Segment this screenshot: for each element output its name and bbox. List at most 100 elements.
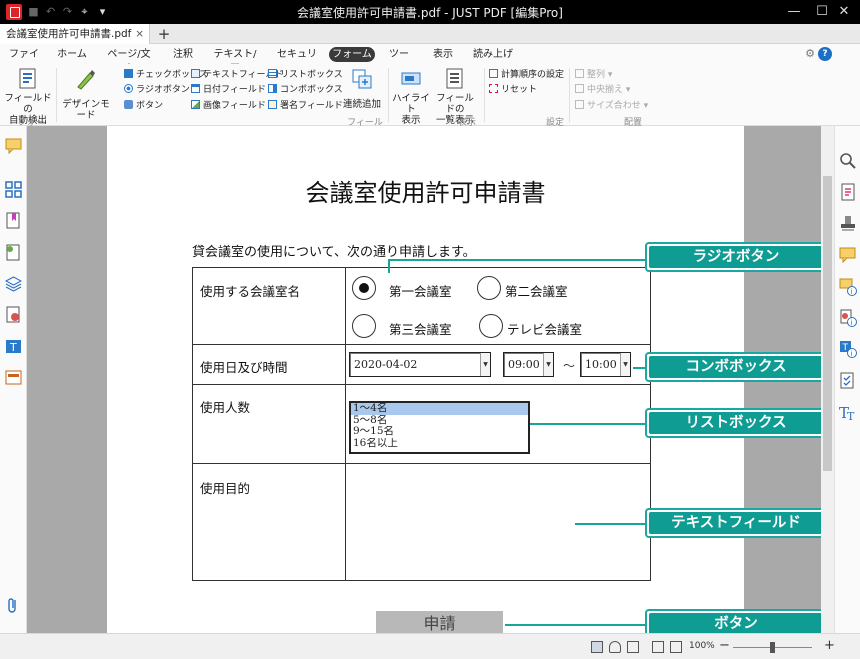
size-match-button[interactable]: サイズ合わせ ▾	[575, 100, 648, 112]
row-label-purpose: 使用目的	[200, 481, 251, 496]
radio-room-4[interactable]	[479, 314, 503, 338]
font-icon[interactable]: TT	[839, 403, 857, 423]
chevron-down-icon[interactable]: ▼	[543, 353, 553, 376]
radio-room-3[interactable]	[352, 314, 376, 338]
checklist-icon[interactable]	[839, 372, 857, 390]
chevron-down-icon[interactable]: ▼	[480, 353, 490, 376]
calendar-icon	[191, 84, 200, 93]
new-tab-button[interactable]: +	[156, 24, 172, 44]
start-time-combo[interactable]: 09:00 ▼	[503, 352, 554, 377]
design-mode-icon	[75, 68, 97, 90]
row-label-people: 使用人数	[200, 400, 251, 415]
fit-page-icon[interactable]	[627, 641, 639, 653]
chevron-down-icon[interactable]: ▼	[620, 353, 630, 376]
fullscreen-icon[interactable]	[670, 641, 682, 653]
add-date-field-button[interactable]: 日付フィールド	[191, 84, 266, 96]
hand-tool-icon[interactable]	[609, 641, 621, 653]
bookmark-icon[interactable]	[5, 212, 22, 229]
add-radio-button[interactable]: ラジオボタン	[124, 84, 190, 96]
layers-icon[interactable]	[4, 275, 23, 292]
submit-button[interactable]: 申請	[376, 611, 503, 633]
align-button[interactable]: 整列 ▾	[575, 69, 612, 81]
date-value: 2020-04-02	[354, 358, 418, 371]
document-edit-icon[interactable]	[839, 183, 857, 201]
vertical-scrollbar[interactable]	[821, 126, 834, 633]
combo-box-icon	[268, 84, 277, 93]
tab-annotation[interactable]: 注釈	[168, 47, 198, 62]
center-align-button[interactable]: 中央揃え ▾	[575, 84, 630, 96]
fit-width-icon[interactable]	[652, 641, 664, 653]
stamp-icon[interactable]	[839, 215, 857, 233]
add-button-button[interactable]: ボタン	[124, 100, 163, 112]
document-tab[interactable]: 会議室使用許可申請書.pdf ×	[0, 24, 150, 44]
radio-label: ラジオボタン	[136, 85, 190, 95]
close-button[interactable]: ✕	[822, 0, 860, 24]
radio-room-1[interactable]	[352, 276, 376, 300]
security-tag-icon[interactable]	[5, 306, 22, 323]
reset-label: リセット	[501, 85, 538, 95]
left-sidebar: T	[0, 126, 27, 633]
form-panel-icon[interactable]	[5, 369, 22, 386]
end-time-combo[interactable]: 10:00 ▼	[580, 352, 631, 377]
svg-text:T: T	[9, 341, 17, 354]
search-icon[interactable]	[839, 152, 857, 170]
continuous-add-icon	[351, 68, 373, 90]
image-field-label: 画像フィールド	[203, 101, 266, 111]
tab-text-figure[interactable]: テキスト/図	[212, 47, 258, 75]
list-box-label: リストボックス	[280, 70, 343, 80]
text-field-panel-icon[interactable]: T	[5, 338, 22, 355]
zoom-level[interactable]: 100%	[689, 641, 715, 651]
date-field-label: 日付フィールド	[203, 85, 266, 95]
add-image-field-button[interactable]: 画像フィールド	[191, 100, 266, 112]
scrollbar-thumb[interactable]	[823, 176, 832, 471]
document-tab-label: 会議室使用許可申請書.pdf	[6, 28, 132, 40]
design-mode-button[interactable]: デザインモード	[60, 68, 112, 121]
thumbnails-icon[interactable]	[5, 181, 22, 198]
tab-form[interactable]: フォーム	[329, 47, 375, 62]
zoom-slider[interactable]	[733, 642, 812, 653]
continuous-add-button[interactable]: 連続追加	[342, 68, 382, 110]
paperclip-icon[interactable]	[5, 597, 22, 614]
tab-read-aloud[interactable]: 読み上げ	[472, 47, 514, 62]
text-info-icon[interactable]: Ti	[839, 340, 857, 358]
close-tab-icon[interactable]: ×	[135, 24, 144, 44]
comment-info-icon[interactable]: i	[839, 278, 857, 296]
select-mode-icon[interactable]	[591, 641, 603, 653]
tab-tools[interactable]: ツール	[385, 47, 413, 75]
security-info-icon[interactable]: i	[839, 309, 857, 327]
list-option[interactable]: 16名以上	[351, 438, 528, 450]
zoom-out-button[interactable]: −	[719, 638, 730, 653]
checkbox-icon	[124, 69, 133, 78]
comment-icon[interactable]	[839, 246, 857, 264]
highlight-display-button[interactable]: ハイライト 表示	[391, 68, 431, 126]
attachment-page-icon[interactable]	[5, 244, 22, 261]
help-icon[interactable]: ?	[818, 47, 832, 61]
list-option[interactable]: 1～4名	[351, 403, 528, 415]
ribbon-separator	[388, 68, 389, 122]
ribbon-tabs: ファイル ホーム ページ/文書 注釈 テキスト/図 セキュリティ フォーム ツー…	[0, 44, 860, 75]
reset-button[interactable]: リセット	[489, 84, 537, 96]
radio-room-2[interactable]	[477, 276, 501, 300]
add-combo-box-button[interactable]: コンボボックス	[268, 84, 343, 96]
center-align-icon	[575, 84, 584, 93]
tab-security[interactable]: セキュリティ	[274, 47, 320, 75]
tab-home[interactable]: ホーム	[56, 47, 88, 62]
annotation-list-icon[interactable]	[5, 137, 22, 155]
date-combo[interactable]: 2020-04-02 ▼	[349, 352, 491, 377]
zoom-in-button[interactable]: +	[824, 638, 835, 653]
tab-view[interactable]: 表示	[429, 47, 457, 62]
row-label-room: 使用する会議室名	[200, 284, 301, 299]
zoom-slider-knob[interactable]	[770, 642, 775, 653]
add-list-box-button[interactable]: リストボックス	[268, 69, 343, 81]
tab-page-document[interactable]: ページ/文書	[104, 47, 154, 75]
people-list-box[interactable]: 1～4名 5～8名 9～15名 16名以上	[349, 401, 530, 454]
callout-list-box: リストボックス	[645, 408, 827, 438]
row-label-datetime: 使用日及び時間	[200, 360, 288, 375]
list-option[interactable]: 9～15名	[351, 426, 528, 438]
tab-file[interactable]: ファイル	[6, 47, 42, 75]
callout-combo-box: コンボボックス	[645, 352, 827, 382]
settings-gear-icon[interactable]: ⚙	[803, 47, 817, 61]
list-option[interactable]: 5～8名	[351, 415, 528, 427]
add-signature-field-button[interactable]: 署名フィールド	[268, 100, 343, 112]
calc-order-button[interactable]: 計算順序の設定	[489, 69, 564, 81]
